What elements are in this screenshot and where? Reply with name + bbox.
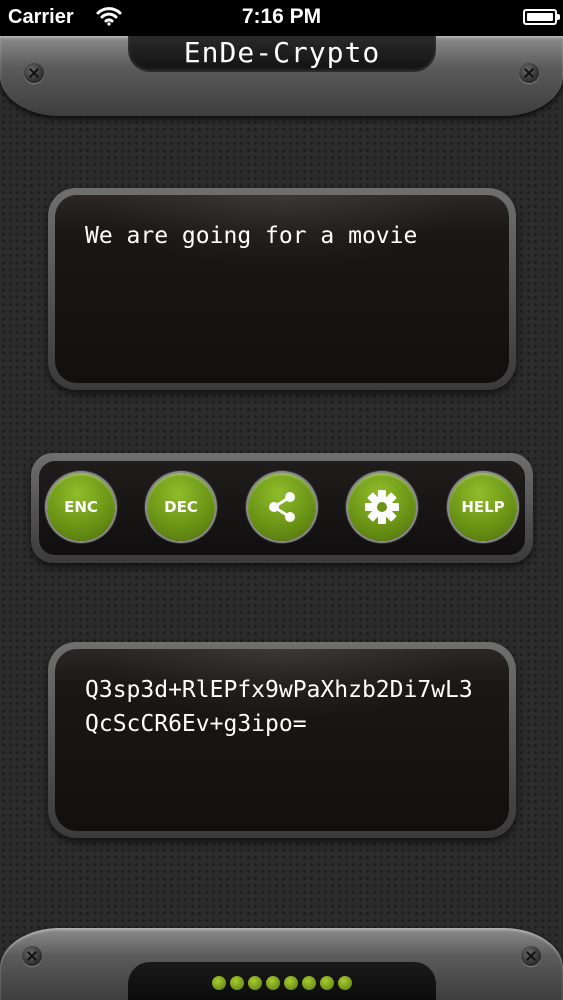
input-panel[interactable]: We are going for a movie — [48, 188, 516, 390]
battery-level — [527, 13, 553, 21]
share-icon — [263, 488, 301, 526]
pager-plate — [128, 962, 436, 1000]
output-panel[interactable]: Q3sp3d+RlEPfx9wPaXhzb2Di7wL3QcScCR6Ev+g3… — [48, 642, 516, 838]
screw-icon — [22, 946, 42, 966]
output-text: Q3sp3d+RlEPfx9wPaXhzb2Di7wL3QcScCR6Ev+g3… — [85, 677, 473, 737]
screw-icon — [519, 63, 539, 83]
page-dot[interactable] — [302, 976, 316, 990]
gear-icon — [363, 488, 401, 526]
settings-button[interactable] — [348, 473, 416, 541]
status-bar: Carrier 7:16 PM — [0, 0, 563, 36]
screw-icon — [521, 946, 541, 966]
page-dot[interactable] — [212, 976, 226, 990]
page-dot[interactable] — [266, 976, 280, 990]
output-text-area[interactable]: Q3sp3d+RlEPfx9wPaXhzb2Di7wL3QcScCR6Ev+g3… — [55, 649, 509, 831]
decrypt-button[interactable]: DEC — [147, 473, 215, 541]
page-dot[interactable] — [230, 976, 244, 990]
action-toolbar: ENC DEC HELP — [31, 453, 533, 563]
page-dot[interactable] — [284, 976, 298, 990]
encrypt-button[interactable]: ENC — [47, 473, 115, 541]
input-text-area[interactable]: We are going for a movie — [55, 195, 509, 383]
help-button[interactable]: HELP — [449, 473, 517, 541]
status-time: 7:16 PM — [241, 5, 322, 28]
input-text: We are going for a movie — [85, 223, 418, 249]
page-dot[interactable] — [248, 976, 262, 990]
page-dot[interactable] — [320, 976, 334, 990]
help-button-label: HELP — [461, 498, 505, 516]
decrypt-button-label: DEC — [164, 498, 198, 516]
share-button[interactable] — [248, 473, 316, 541]
page-indicator[interactable] — [128, 976, 436, 990]
title-plate: EnDe-Crypto — [128, 36, 436, 72]
screw-icon — [24, 63, 44, 83]
action-toolbar-inner: ENC DEC HELP — [39, 461, 525, 555]
battery-icon — [523, 9, 560, 25]
page-dot[interactable] — [338, 976, 352, 990]
app-title: EnDe-Crypto — [183, 36, 381, 69]
encrypt-button-label: ENC — [64, 498, 98, 516]
